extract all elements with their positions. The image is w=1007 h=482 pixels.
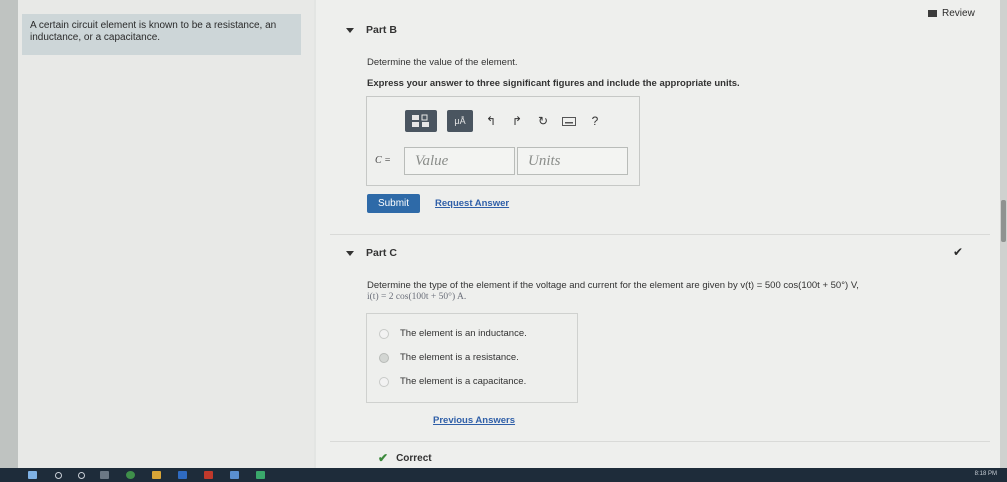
request-answer-link[interactable]: Request Answer	[435, 198, 509, 209]
search-icon[interactable]	[55, 472, 62, 479]
choice-label: The element is a capacitance.	[400, 376, 527, 387]
part-c-title: Part C	[366, 247, 397, 259]
problem-description: A certain circuit element is known to be…	[30, 20, 277, 43]
units-button-label: μÅ	[454, 116, 466, 126]
redo-icon[interactable]: ↱	[509, 113, 525, 129]
units-button[interactable]: μÅ	[447, 110, 473, 132]
keyboard-icon[interactable]	[561, 113, 577, 129]
part-c-question-line2: i(t) = 2 cos(100t + 50°) A.	[367, 292, 467, 302]
result-label: Correct	[396, 452, 432, 464]
windows-start-icon[interactable]	[28, 471, 37, 479]
task-view-icon[interactable]	[100, 471, 109, 479]
units-placeholder: Units	[528, 152, 561, 169]
cortana-icon[interactable]	[78, 472, 85, 479]
answer-choices: The element is an inductance. The elemen…	[366, 313, 578, 403]
reset-icon[interactable]: ↻	[535, 113, 551, 129]
screen-edge	[0, 0, 18, 468]
browser-icon[interactable]	[126, 471, 135, 479]
app-icon[interactable]	[256, 471, 265, 479]
choice-label: The element is an inductance.	[400, 328, 527, 339]
part-b-title: Part B	[366, 24, 397, 36]
collapse-triangle-icon	[346, 27, 354, 33]
radio-resistance[interactable]	[379, 352, 389, 363]
templates-button[interactable]	[405, 110, 437, 132]
part-b-header[interactable]: Part B	[346, 24, 397, 36]
problem-description-card: A certain circuit element is known to be…	[22, 14, 301, 55]
choice-resistance[interactable]: The element is a resistance.	[367, 352, 577, 363]
part-b-instruction: Express your answer to three significant…	[367, 78, 740, 89]
math-toolbar: μÅ ↰ ↱ ↻ ?	[405, 110, 603, 132]
variable-label: C =	[375, 155, 391, 166]
section-divider	[330, 441, 990, 442]
scrollbar-thumb[interactable]	[1001, 200, 1006, 242]
taskbar-clock: 8:18 PM	[974, 471, 997, 477]
radio-capacitance[interactable]	[379, 376, 389, 387]
review-icon	[928, 10, 937, 17]
answer-input-box: μÅ ↰ ↱ ↻ ? C = Value Units	[366, 96, 640, 186]
choice-label: The element is a resistance.	[400, 352, 519, 363]
collapse-triangle-icon	[346, 250, 354, 256]
file-explorer-icon[interactable]	[152, 471, 161, 479]
submit-button[interactable]: Submit	[367, 194, 420, 213]
review-label: Review	[942, 8, 975, 19]
templates-icon	[412, 114, 429, 127]
part-c-complete-check-icon: ✔	[953, 245, 964, 259]
mail-icon[interactable]	[178, 471, 187, 479]
sidebar	[18, 0, 314, 468]
section-divider	[330, 234, 990, 235]
previous-answers-link[interactable]: Previous Answers	[433, 415, 515, 426]
correct-check-icon: ✔	[378, 451, 389, 465]
os-taskbar: 8:18 PM	[0, 468, 1007, 482]
app-icon[interactable]	[204, 471, 213, 479]
review-link[interactable]: Review	[928, 8, 975, 19]
choice-capacitance[interactable]: The element is a capacitance.	[367, 376, 577, 387]
app-icon[interactable]	[230, 471, 239, 479]
part-c-header[interactable]: Part C	[346, 247, 397, 259]
help-label: ?	[591, 114, 599, 128]
units-input[interactable]: Units	[517, 147, 628, 175]
part-b-prompt: Determine the value of the element.	[367, 57, 518, 68]
result-correct: ✔ Correct	[378, 451, 432, 465]
part-c-question-line1: Determine the type of the element if the…	[367, 280, 859, 291]
radio-inductance[interactable]	[379, 328, 389, 339]
value-input[interactable]: Value	[404, 147, 515, 175]
value-placeholder: Value	[415, 152, 449, 169]
undo-icon[interactable]: ↰	[483, 113, 499, 129]
submit-label: Submit	[377, 198, 410, 209]
choice-inductance[interactable]: The element is an inductance.	[367, 328, 577, 339]
help-icon[interactable]: ?	[587, 113, 603, 129]
